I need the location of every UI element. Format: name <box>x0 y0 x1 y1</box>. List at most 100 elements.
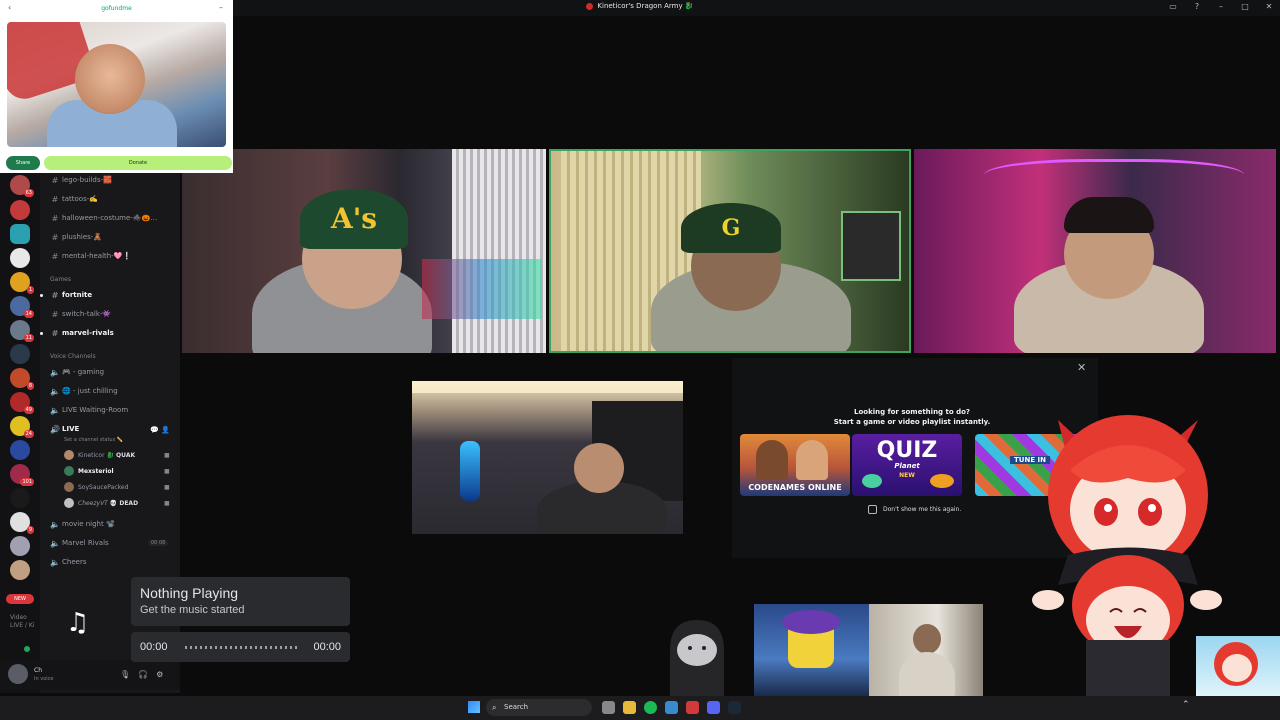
server-icon[interactable] <box>10 248 30 268</box>
now-playing-title: Nothing Playing <box>140 585 239 601</box>
app-icon[interactable] <box>665 701 678 714</box>
category-games[interactable]: Games <box>50 276 71 283</box>
back-icon[interactable]: ‹ <box>8 3 11 12</box>
taskbar: ⌕ Search ⌃ <box>0 696 1280 720</box>
share-button[interactable]: Share <box>6 156 40 170</box>
server-icon[interactable]: 63 <box>10 175 34 197</box>
voice-user[interactable]: CheezyVT 💀 DEAD ■ <box>64 496 170 510</box>
hash-icon: # <box>51 175 59 185</box>
activity-card-quiz-planet[interactable]: QUIZ Planet NEW <box>852 434 962 496</box>
music-note-icon: ♫ <box>66 608 90 638</box>
progress-bar[interactable] <box>185 646 299 649</box>
voice-channel[interactable]: 🔈 🎮 - gaming <box>48 364 104 380</box>
text-channel[interactable]: # tattoos-✍️ <box>48 191 98 207</box>
tray-chevron-icon[interactable]: ⌃ <box>1182 700 1190 710</box>
server-logo-icon <box>586 2 594 10</box>
gofundme-header: ‹ gofundme – <box>8 3 223 12</box>
video-tile-1[interactable]: A's <box>182 149 546 353</box>
avatar <box>64 466 74 476</box>
voice-channel[interactable]: 🔈 LIVE Waiting-Room <box>48 402 128 418</box>
server-icon[interactable] <box>10 224 30 244</box>
task-view-icon[interactable] <box>602 701 615 714</box>
app-icon[interactable] <box>686 701 699 714</box>
video-tile-spongebob[interactable] <box>754 604 869 696</box>
text-channel[interactable]: # plushies-🧸 <box>48 229 102 245</box>
taskbar-apps <box>602 701 741 714</box>
video-tile-6[interactable] <box>869 604 983 696</box>
activity-card-codenames[interactable]: CODENAMES ONLINE <box>740 434 850 496</box>
help-icon[interactable]: ? <box>1192 2 1202 12</box>
server-icon[interactable]: 8 <box>10 368 34 390</box>
server-icon[interactable]: 14 <box>10 296 34 318</box>
close-button[interactable]: ✕ <box>1264 2 1274 12</box>
folder-icon[interactable] <box>623 701 636 714</box>
gofundme-popup: ‹ gofundme – Share Donate <box>0 0 233 173</box>
music-progress: 00:00 00:00 <box>131 632 350 662</box>
server-icon[interactable]: 11 <box>10 320 34 342</box>
server-icon[interactable]: 24 <box>10 416 34 438</box>
speaker-icon: 🔈 <box>50 405 60 415</box>
channel-status-hint[interactable]: Set a channel status ✏️ <box>64 437 123 443</box>
speaker-icon: 🔈 <box>50 557 60 567</box>
taskbar-search[interactable]: ⌕ Search <box>486 699 592 716</box>
voice-channel[interactable]: 🔈 🌐 - just chilling <box>48 383 118 399</box>
voice-user[interactable]: SoySaucePacked ■ <box>64 480 170 494</box>
steam-icon[interactable] <box>728 701 741 714</box>
discord-icon[interactable] <box>707 701 720 714</box>
server-icon[interactable]: 101 <box>10 464 34 486</box>
video-tile-4[interactable] <box>412 381 683 534</box>
hash-icon: # <box>51 328 59 338</box>
maximize-button[interactable]: □ <box>1240 2 1250 12</box>
server-icon[interactable] <box>10 536 30 556</box>
avatar <box>64 498 74 508</box>
server-icon[interactable] <box>10 344 30 364</box>
server-icon[interactable]: 1 <box>10 272 34 294</box>
server-icon[interactable] <box>10 200 30 220</box>
server-icon[interactable]: 49 <box>10 392 34 414</box>
spotify-icon[interactable] <box>644 701 657 714</box>
speaker-icon: 🔈 <box>50 367 60 377</box>
ghost-mascot <box>670 620 724 696</box>
close-icon[interactable]: ✕ <box>1077 361 1086 374</box>
hash-icon: # <box>51 251 59 261</box>
hash-icon: # <box>51 194 59 204</box>
hash-icon: # <box>51 309 59 319</box>
minimize-icon[interactable]: – <box>219 3 223 12</box>
search-icon: ⌕ <box>492 703 497 712</box>
vtuber-avatar <box>1032 415 1222 696</box>
text-channel[interactable]: # halloween-costume-🕷️🎃… <box>48 210 158 226</box>
avatar[interactable] <box>8 664 28 684</box>
server-icon[interactable] <box>10 488 30 508</box>
text-channel[interactable]: # mental-health-🩷❕ <box>48 248 132 264</box>
inbox-icon[interactable]: ▭ <box>1168 2 1178 12</box>
voice-channel[interactable]: 🔈 Cheers <box>48 554 86 570</box>
dont-show-label: Don't show me this again. <box>883 506 962 513</box>
text-channel[interactable]: # switch-talk-👾 <box>48 306 112 322</box>
server-icon[interactable] <box>10 560 30 580</box>
text-channel[interactable]: # marvel-rivals <box>40 325 114 341</box>
now-playing-card: Nothing Playing Get the music started <box>131 577 350 626</box>
voice-user[interactable]: Kineticor 🐉 QUAK ■ <box>64 448 170 462</box>
start-button[interactable] <box>468 701 480 713</box>
new-badge: NEW <box>6 594 34 604</box>
video-tile-3[interactable] <box>914 149 1276 353</box>
voice-channel-live[interactable]: 🔊 LIVE <box>48 421 79 437</box>
category-voice[interactable]: Voice Channels <box>50 353 96 360</box>
text-channel[interactable]: # fortnite <box>40 287 92 303</box>
voice-channel[interactable]: 🔈 Marvel Rivals <box>48 535 109 551</box>
dont-show-checkbox[interactable] <box>868 505 877 514</box>
server-icon[interactable]: 9 <box>10 512 34 534</box>
speaker-icon: 🔈 <box>50 519 60 529</box>
connection-icon <box>24 646 30 652</box>
voice-user[interactable]: Mexsteriol ■ <box>64 464 170 478</box>
chat-icon[interactable]: 💬 👤 <box>150 426 170 434</box>
voice-channel[interactable]: 🔈 movie night 📽️ <box>48 516 115 532</box>
camera-icon: ■ <box>164 499 170 507</box>
minimize-button[interactable]: – <box>1216 2 1226 12</box>
camera-icon: ■ <box>164 467 170 475</box>
server-icon[interactable] <box>10 440 30 460</box>
donate-button[interactable]: Donate <box>44 156 232 170</box>
mic-headset-settings-icons[interactable]: 🎙🎧⚙ <box>120 670 171 679</box>
text-channel[interactable]: # lego-builds-🧱 <box>48 172 112 188</box>
video-tile-2-speaking[interactable]: G <box>549 149 911 353</box>
